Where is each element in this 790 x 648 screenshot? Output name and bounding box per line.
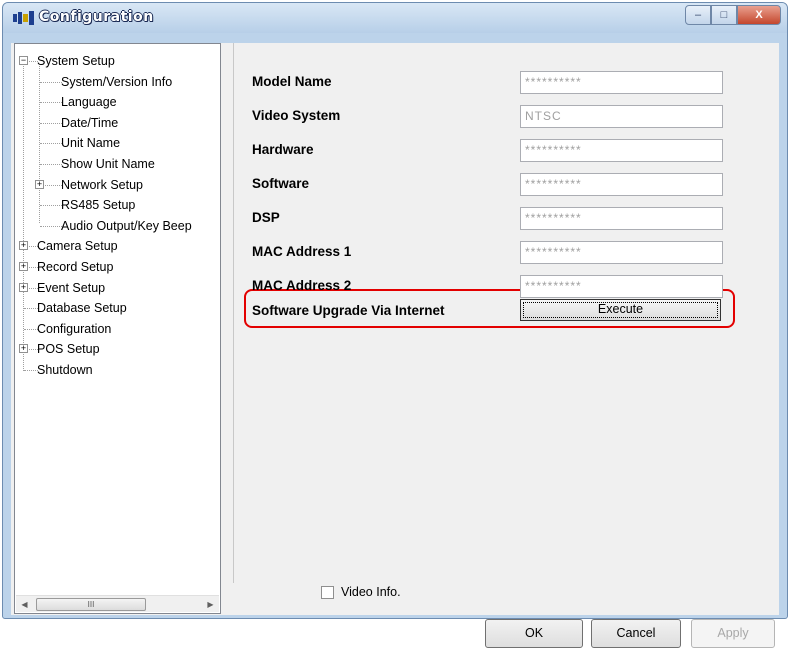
cancel-button[interactable]: Cancel — [591, 619, 681, 648]
tree-guide-line — [23, 60, 24, 371]
tree-branch-line — [40, 102, 62, 104]
upgrade-label: Software Upgrade Via Internet — [252, 303, 445, 318]
scroll-left-arrow-icon[interactable]: ◀ — [16, 596, 33, 613]
field-label: Software — [252, 176, 310, 191]
field-label: Hardware — [252, 142, 314, 157]
field-value-box: ********** — [520, 71, 723, 94]
apply-button[interactable]: Apply — [691, 619, 775, 648]
tree-item[interactable]: Language — [61, 93, 117, 111]
scroll-right-arrow-icon[interactable]: ▶ — [202, 596, 219, 613]
tree-item[interactable]: RS485 Setup — [61, 196, 135, 214]
tree-expander-icon[interactable]: + — [35, 179, 44, 189]
minimize-button[interactable]: – — [685, 5, 711, 25]
tree-branch-line — [40, 143, 62, 145]
video-info-label: Video Info. — [341, 585, 401, 599]
field-value-box: ********** — [520, 275, 723, 298]
tree-branch-line — [40, 205, 62, 207]
window-controls: – □ X — [685, 5, 781, 25]
tree-guide-line — [39, 66, 40, 223]
app-logo-icon — [13, 11, 34, 25]
tree-expander-icon[interactable]: + — [19, 344, 28, 354]
settings-tree[interactable]: ◀ III ▶ − System Setup System/Version Info… — [14, 43, 221, 614]
field-label: DSP — [252, 210, 280, 225]
system-version-info-panel: Software Upgrade Via Internet Execute Mo… — [233, 43, 779, 583]
field-value-box: NTSC — [520, 105, 723, 128]
tree-branch-line — [24, 370, 38, 371]
ok-button[interactable]: OK — [485, 619, 583, 648]
field-value-box: ********** — [520, 173, 723, 196]
tree-branch-line — [40, 81, 62, 83]
tree-item[interactable]: Show Unit Name — [61, 155, 155, 173]
tree-branch-line — [40, 164, 62, 165]
tree-horizontal-scrollbar[interactable]: ◀ III ▶ — [16, 595, 219, 612]
window-title: Configuration — [39, 9, 154, 25]
tree-branch-line — [24, 308, 38, 310]
field-label: Model Name — [252, 74, 332, 89]
video-info-checkbox[interactable] — [321, 586, 334, 599]
close-button[interactable]: X — [737, 5, 781, 25]
field-value-box: ********** — [520, 139, 723, 162]
tree-item[interactable]: Configuration — [37, 320, 111, 338]
tree-item[interactable]: Unit Name — [61, 134, 120, 152]
scroll-thumb[interactable]: III — [36, 598, 146, 611]
tree-item[interactable]: POS Setup — [37, 340, 100, 358]
tree-item[interactable]: Audio Output/Key Beep — [61, 217, 192, 235]
field-label: MAC Address 2 — [252, 278, 352, 293]
tree-item[interactable]: Date/Time — [61, 114, 118, 132]
maximize-button[interactable]: □ — [711, 5, 737, 25]
tree-branch-line — [40, 122, 62, 124]
tree-item[interactable]: Database Setup — [37, 299, 127, 317]
tree-item[interactable]: Event Setup — [37, 279, 105, 297]
field-label: Video System — [252, 108, 341, 123]
configuration-window: Configuration – □ X ◀ III ▶ − System Setu… — [2, 2, 788, 648]
execute-button[interactable]: Execute — [520, 299, 721, 321]
tree-item[interactable]: System Setup — [37, 52, 115, 70]
field-value-box: ********** — [520, 207, 723, 230]
tree-branch-line — [40, 225, 62, 227]
tree-item[interactable]: Record Setup — [37, 258, 113, 276]
tree-item[interactable]: Camera Setup — [37, 237, 118, 255]
tree-item[interactable]: System/Version Info — [61, 73, 172, 91]
tree-expander-icon[interactable]: + — [19, 282, 28, 292]
tree-item[interactable]: Network Setup — [61, 176, 143, 194]
tree-branch-line — [24, 328, 38, 330]
tree-item[interactable]: Shutdown — [37, 361, 93, 379]
dialog-client: ◀ III ▶ − System Setup System/Version Info… — [11, 43, 779, 648]
field-label: MAC Address 1 — [252, 244, 352, 259]
tree-expander-icon[interactable]: + — [19, 241, 28, 251]
tree-expander-icon[interactable]: + — [19, 262, 28, 271]
tree-expander-icon[interactable]: − — [19, 56, 28, 65]
title-bar[interactable]: Configuration – □ X — [3, 3, 787, 33]
field-value-box: ********** — [520, 241, 723, 264]
